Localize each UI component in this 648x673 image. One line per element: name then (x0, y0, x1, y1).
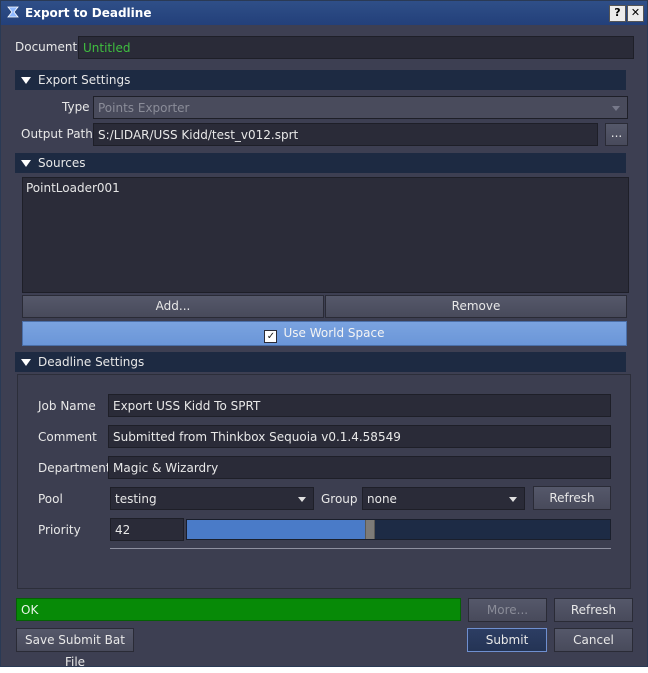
window-title: Export to Deadline (25, 6, 152, 20)
chevron-down-icon (298, 497, 306, 502)
group-label: Group (321, 492, 358, 506)
status-bar: OK (16, 598, 461, 621)
comment-label: Comment (38, 430, 97, 444)
chevron-down-icon (612, 106, 620, 111)
output-path-label: Output Path (21, 127, 93, 141)
priority-label: Priority (38, 523, 81, 537)
export-settings-header-label: Export Settings (38, 73, 131, 87)
browse-button[interactable]: ... (605, 123, 628, 146)
job-name-input[interactable]: Export USS Kidd To SPRT (108, 394, 611, 417)
collapse-triangle-icon (21, 359, 31, 366)
department-label: Department (38, 461, 111, 475)
priority-slider-fill (187, 520, 365, 539)
checkmark-icon: ✓ (264, 330, 278, 343)
output-path-input[interactable]: S:/LIDAR/USS Kidd/test_v012.sprt (93, 123, 598, 146)
refresh-button[interactable]: Refresh (554, 598, 633, 622)
job-name-label: Job Name (38, 399, 96, 413)
use-world-space-label: Use World Space (283, 326, 385, 340)
cancel-button[interactable]: Cancel (554, 628, 633, 652)
app-icon (7, 6, 19, 18)
collapse-triangle-icon (21, 160, 31, 167)
divider (110, 548, 611, 549)
title-bar[interactable]: Export to Deadline ? ✕ (1, 1, 647, 25)
pool-select-value: testing (115, 492, 157, 506)
chevron-down-icon (509, 497, 517, 502)
priority-input[interactable]: 42 (110, 518, 184, 541)
document-field[interactable]: Untitled (78, 36, 634, 59)
document-label: Document (15, 40, 78, 54)
pool-select[interactable]: testing (110, 487, 314, 510)
sources-list[interactable]: PointLoader001 (22, 177, 629, 293)
submit-button[interactable]: Submit (467, 628, 547, 652)
type-select[interactable]: Points Exporter (93, 96, 628, 119)
pool-label: Pool (38, 492, 63, 506)
group-select[interactable]: none (362, 487, 525, 510)
add-source-button[interactable]: Add... (22, 295, 324, 318)
use-world-space-checkbox[interactable]: ✓ Use World Space (22, 321, 627, 346)
group-refresh-button[interactable]: Refresh (533, 486, 611, 510)
export-settings-header[interactable]: Export Settings (15, 70, 626, 90)
remove-source-button[interactable]: Remove (325, 295, 627, 318)
export-dialog-window: Export to Deadline ? ✕ Document Untitled… (0, 0, 648, 669)
sources-header-label: Sources (38, 156, 86, 170)
deadline-settings-header[interactable]: Deadline Settings (15, 352, 626, 372)
priority-slider-handle[interactable] (365, 520, 375, 539)
group-select-value: none (367, 492, 397, 506)
deadline-settings-panel: Job Name Export USS Kidd To SPRT Comment… (17, 374, 631, 589)
priority-slider[interactable] (186, 519, 611, 540)
deadline-settings-header-label: Deadline Settings (38, 355, 145, 369)
save-submit-bat-button[interactable]: Save Submit Bat File (16, 628, 134, 669)
more-button[interactable]: More... (468, 598, 547, 622)
comment-input[interactable]: Submitted from Thinkbox Sequoia v0.1.4.5… (108, 425, 611, 448)
collapse-triangle-icon (21, 77, 31, 84)
close-button[interactable]: ✕ (627, 5, 644, 22)
sources-header[interactable]: Sources (15, 153, 626, 173)
list-item[interactable]: PointLoader001 (26, 181, 120, 195)
department-input[interactable]: Magic & Wizardry (108, 456, 611, 479)
help-button[interactable]: ? (609, 5, 626, 22)
type-label: Type (62, 100, 90, 114)
type-select-value: Points Exporter (98, 101, 190, 115)
